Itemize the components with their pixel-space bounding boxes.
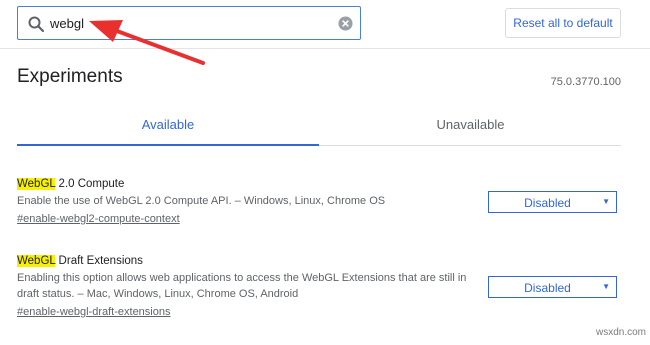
- experiment-webgl2-compute: WebGL 2.0 Compute Enable the use of WebG…: [17, 178, 621, 227]
- search-match-highlight: WebGL: [17, 178, 56, 190]
- experiment-description: Enabling this option allows web applicat…: [17, 272, 467, 300]
- experiment-state-select[interactable]: Disabled ▼: [488, 276, 617, 298]
- select-value: Disabled: [524, 281, 571, 295]
- experiment-name: WebGL Draft Extensions: [17, 255, 621, 267]
- tab-label: Unavailable: [436, 117, 505, 132]
- dropdown-caret-icon: ▼: [602, 197, 610, 206]
- experiment-name: WebGL 2.0 Compute: [17, 178, 621, 190]
- search-field[interactable]: webgl: [17, 6, 361, 40]
- tab-available[interactable]: Available: [17, 117, 319, 145]
- experiment-description: Enable the use of WebGL 2.0 Compute API.…: [17, 195, 386, 207]
- search-icon: [28, 16, 45, 33]
- select-value: Disabled: [524, 196, 571, 210]
- search-input[interactable]: webgl: [50, 16, 84, 31]
- clear-search-icon[interactable]: [338, 16, 353, 31]
- experiment-anchor-link[interactable]: #enable-webgl2-compute-context: [17, 213, 180, 225]
- active-tab-indicator: [17, 144, 319, 146]
- experiment-name-rest: 2.0 Compute: [55, 178, 125, 190]
- reset-all-button[interactable]: Reset all to default: [505, 8, 621, 38]
- dropdown-caret-icon: ▼: [602, 282, 610, 291]
- experiment-webgl-draft-extensions: WebGL Draft Extensions Enabling this opt…: [17, 255, 621, 320]
- top-bar: webgl Reset all to default: [0, 0, 650, 49]
- search-match-highlight: WebGL: [17, 255, 56, 267]
- tab-label: Available: [141, 117, 195, 132]
- experiment-state-select[interactable]: Disabled ▼: [488, 191, 617, 213]
- experiment-anchor-link[interactable]: #enable-webgl-draft-extensions: [17, 306, 170, 318]
- watermark: wsxdn.com: [595, 327, 646, 338]
- tab-unavailable[interactable]: Unavailable: [320, 117, 621, 145]
- page-title: Experiments: [17, 66, 123, 87]
- experiment-name-rest: Draft Extensions: [55, 255, 143, 267]
- version-label: 75.0.3770.100: [550, 76, 621, 88]
